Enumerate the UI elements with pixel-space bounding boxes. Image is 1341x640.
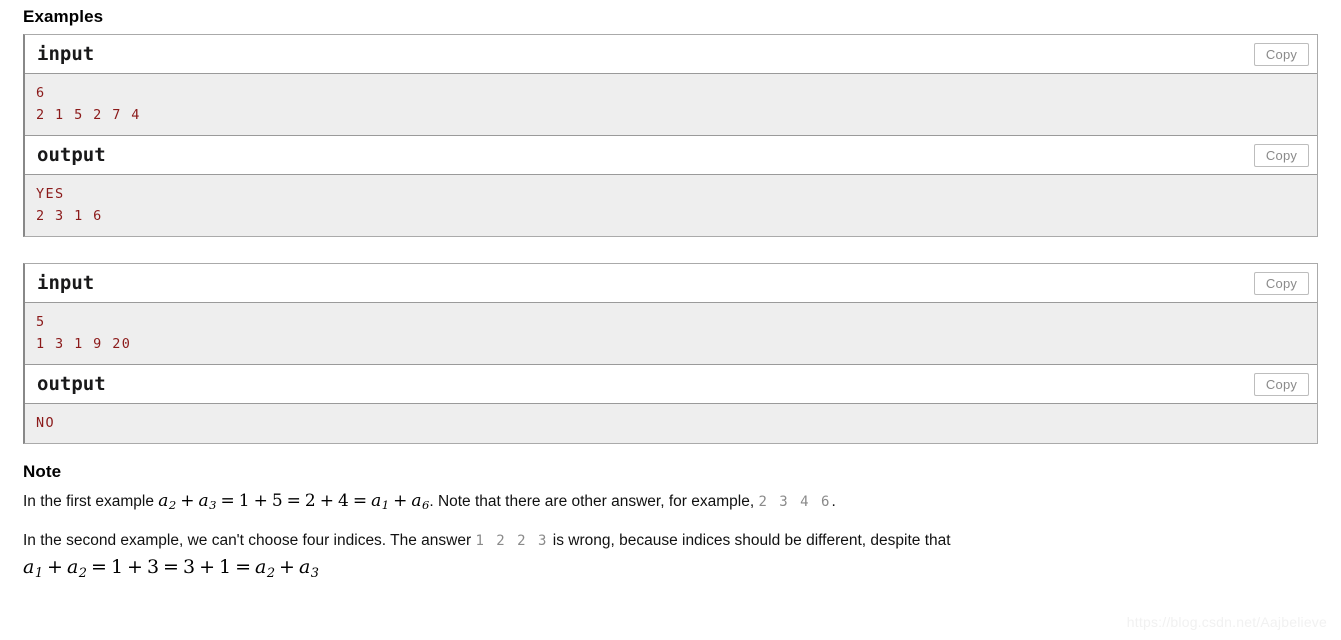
output-header-2: output Copy — [25, 365, 1317, 404]
input-label-1: input — [37, 43, 95, 65]
math-plus: + — [180, 491, 195, 511]
math-a: a — [23, 556, 35, 579]
output-label-1: output — [37, 144, 106, 166]
sample-test-2: input Copy 5 1 3 1 9 20 output Copy NO — [23, 263, 1318, 444]
watermark: https://blog.csdn.net/Aajbelieve — [1126, 614, 1327, 630]
output-content-1: YES 2 3 1 6 — [25, 175, 1317, 236]
note-paragraph-2: In the second example, we can't choose f… — [23, 526, 1318, 587]
math-a: a — [66, 556, 79, 579]
output-label-2: output — [37, 373, 106, 395]
math-equals: = — [352, 491, 368, 511]
math-number: 5 — [271, 491, 283, 511]
sample-test-1: input Copy 6 2 1 5 2 7 4 output Copy YES… — [23, 34, 1318, 237]
note-p1-lead: In the first example — [23, 493, 159, 510]
math-a: a — [411, 491, 422, 511]
math-equals: = — [235, 556, 251, 579]
math-a: a — [198, 491, 209, 511]
math-equals: = — [91, 556, 107, 579]
note-heading: Note — [23, 462, 62, 481]
math-plus: + — [47, 556, 63, 579]
math-equals: = — [286, 491, 301, 511]
math-sub: 3 — [209, 498, 217, 513]
math-equals: = — [163, 556, 179, 579]
input-header-1: input Copy — [25, 35, 1317, 74]
math-number: 1 — [238, 491, 250, 511]
note-paragraph-1: In the first example a2 + a3 = 1 +5 = 2 +4 = a1 + a6… — [23, 486, 1318, 526]
math-plus: + — [127, 556, 143, 579]
input-header-2: input Copy — [25, 264, 1317, 303]
copy-button-input-2[interactable]: Copy — [1254, 272, 1309, 295]
copy-button-output-2[interactable]: Copy — [1254, 373, 1309, 396]
copy-button-input-1[interactable]: Copy — [1254, 43, 1309, 66]
note-p1-math: a2 + a3 = 1 +5 = 2 +4 = a1 + a6 — [158, 491, 429, 513]
math-number: 2 — [304, 491, 316, 511]
input-label-2: input — [37, 272, 95, 294]
math-sub: 3 — [310, 565, 320, 581]
sample-tests: input Copy 6 2 1 5 2 7 4 output Copy YES… — [23, 34, 1318, 444]
math-number: 4 — [338, 491, 349, 511]
problem-page: Examples input Copy 6 2 1 5 2 7 4 output… — [0, 0, 1341, 640]
math-equals: = — [220, 491, 235, 511]
math-sub: 1 — [34, 565, 44, 581]
note-p2-sequence: 1 2 2 3 — [475, 533, 549, 550]
math-plus: + — [199, 556, 215, 579]
note-p2-tail: is wrong, because indices should be diff… — [548, 532, 951, 550]
math-sub: 2 — [78, 565, 88, 581]
output-content-2: NO — [25, 404, 1317, 443]
math-number: 3 — [182, 556, 196, 579]
output-header-1: output Copy — [25, 136, 1317, 175]
math-sub: 1 — [381, 498, 390, 513]
math-a: a — [255, 556, 267, 579]
math-number: 1 — [110, 556, 124, 579]
examples-heading: Examples — [23, 7, 104, 26]
math-sub: 2 — [266, 565, 276, 581]
input-content-1: 6 2 1 5 2 7 4 — [25, 74, 1317, 136]
math-a: a — [371, 491, 382, 511]
note-p2-lead: In the second example, we can't choose f… — [23, 532, 476, 550]
math-a: a — [298, 556, 311, 579]
note-body: In the first example a2 + a3 = 1 +5 = 2 +4 = a1 + a6… — [23, 486, 1318, 587]
math-a: a — [158, 491, 169, 511]
math-plus: + — [319, 491, 334, 511]
math-plus: + — [279, 556, 295, 579]
math-number: 3 — [146, 556, 160, 579]
note-p1-sequence: 2 3 4 6 — [758, 494, 832, 510]
note-p1-tail: . — [831, 493, 836, 510]
copy-button-output-1[interactable]: Copy — [1254, 144, 1309, 167]
input-content-2: 5 1 3 1 9 20 — [25, 303, 1317, 365]
math-plus: + — [253, 491, 268, 511]
math-plus: + — [393, 491, 408, 511]
math-number: 1 — [218, 556, 232, 579]
note-p1-mid: . Note that there are other answer, for … — [429, 493, 759, 510]
note-p2-math: a1 + a2 = 1 +3 = 3 +1 = a2 + a3 — [23, 552, 1318, 585]
